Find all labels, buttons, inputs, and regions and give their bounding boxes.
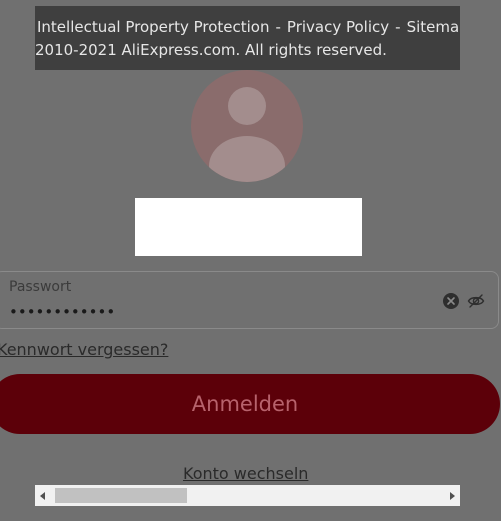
login-button[interactable]: Anmelden bbox=[0, 374, 500, 434]
sitemap-link[interactable]: Sitemap bbox=[407, 18, 460, 36]
scrollbar-thumb[interactable] bbox=[55, 488, 187, 503]
footer-links-row: Intellectual Property Protection - Privacy… bbox=[37, 16, 460, 38]
horizontal-scrollbar[interactable] bbox=[35, 485, 460, 506]
switch-account-link[interactable]: Konto wechseln bbox=[183, 464, 308, 483]
ip-protection-link[interactable]: Intellectual Property Protection bbox=[37, 18, 270, 36]
arrow-left-icon[interactable] bbox=[35, 485, 51, 506]
clear-icon[interactable] bbox=[443, 293, 459, 309]
password-field[interactable]: Passwort •••••••••••• bbox=[0, 271, 499, 329]
user-avatar-icon bbox=[191, 70, 303, 182]
privacy-policy-link[interactable]: Privacy Policy bbox=[287, 18, 389, 36]
password-label: Passwort bbox=[9, 279, 72, 295]
link-separator: - bbox=[395, 18, 401, 36]
copyright-text: 2010-2021 AliExpress.com. All rights res… bbox=[35, 41, 387, 59]
eye-off-icon[interactable] bbox=[467, 292, 485, 310]
arrow-right-icon[interactable] bbox=[444, 485, 460, 506]
password-input[interactable]: •••••••••••• bbox=[9, 303, 115, 321]
footer-links-tooltip: Intellectual Property Protection - Privacy… bbox=[35, 6, 460, 70]
link-separator: - bbox=[275, 18, 281, 36]
captcha-placeholder bbox=[135, 198, 362, 256]
forgot-password-link[interactable]: Kennwort vergessen? bbox=[0, 340, 168, 359]
